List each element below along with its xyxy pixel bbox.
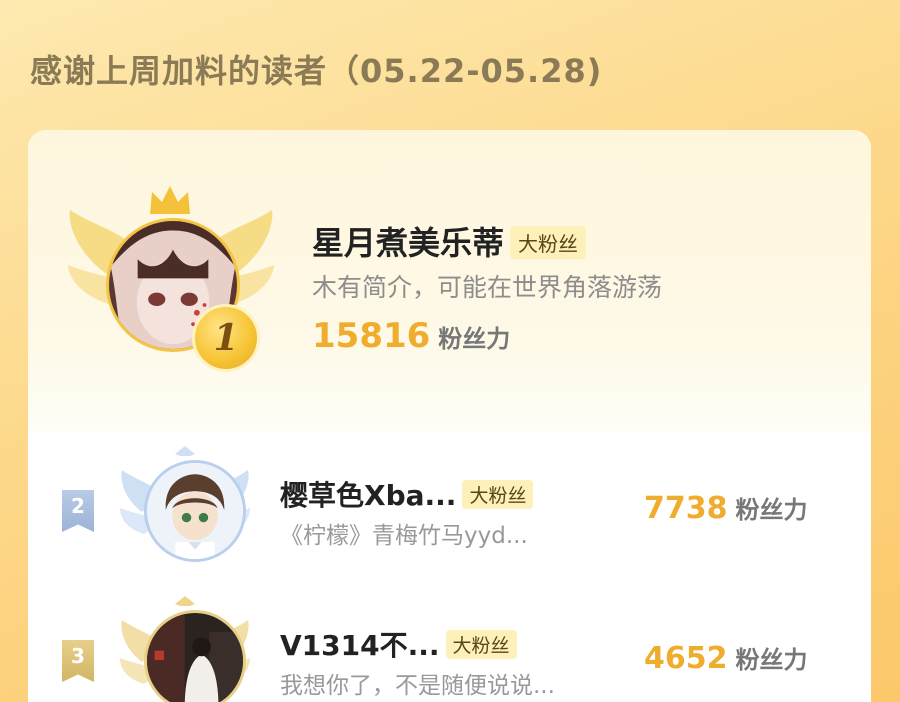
top-reader-bio: 木有简介，可能在世界角落游荡 [312,273,663,302]
score-value: 4652 [644,641,728,676]
top-reader-name-line: 星月煮美乐蒂 大粉丝 [312,218,587,264]
list-item[interactable]: 2 樱草色Xba... 大粉丝 《柠檬》青梅竹马yyd... 7738 粉丝力 [28,432,871,582]
top-reader-name[interactable]: 星月煮美乐蒂 [312,224,504,262]
fan-level-badge: 大粉丝 [510,225,587,259]
rank-3-flag: 3 [62,640,94,682]
reader-bio: 我想你了，不是随便说说... [280,673,555,699]
score-value: 15816 [312,316,431,356]
top-reader-section[interactable]: 1 星月煮美乐蒂 大粉丝 木有简介，可能在世界角落游荡 15816 粉丝力 [28,130,871,432]
rank-2-flag: 2 [62,490,94,532]
reader-name[interactable]: V1314不... [280,629,440,662]
avatar[interactable] [144,610,246,702]
top-reader-score: 15816 粉丝力 [312,316,510,356]
reader-score: 7738 粉丝力 [644,490,808,526]
leaderboard-card: 1 星月煮美乐蒂大粉丝 木有简介，可能在世界角落游荡 15816粉丝力 2 [28,130,871,702]
list-item[interactable]: 3 V1314不... 大粉丝 我想你了，不是随便说说... 4652 粉丝力 [28,582,871,702]
avatar[interactable] [144,460,246,562]
reader-name[interactable]: 樱草色Xba... [280,479,456,512]
score-unit: 粉丝力 [735,646,808,674]
avatar-image-icon [147,463,243,559]
fan-level-badge: 大粉丝 [462,479,534,509]
avatar-image-icon [147,613,243,702]
reader-bio: 《柠檬》青梅竹马yyd... [280,523,528,549]
crown-icon [150,186,190,214]
fan-level-badge: 大粉丝 [445,629,517,659]
reader-name-line: 樱草色Xba... 大粉丝 [280,474,534,514]
reader-name-line: V1314不... 大粉丝 [280,624,517,664]
reader-score: 4652 粉丝力 [644,640,808,676]
score-unit: 粉丝力 [735,496,808,524]
rank-1-badge: 1 [192,304,260,372]
score-unit: 粉丝力 [438,325,511,353]
page-title: 感谢上周加料的读者（05.22-05.28) [30,52,603,90]
score-value: 7738 [644,491,728,526]
